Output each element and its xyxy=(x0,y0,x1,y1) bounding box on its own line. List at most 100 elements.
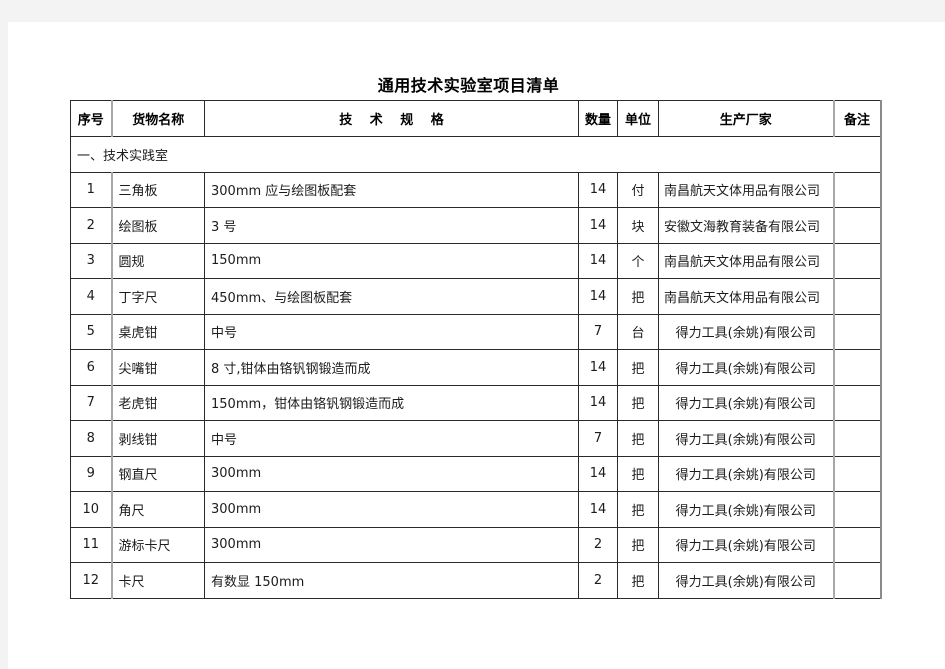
header-unit: 单位 xyxy=(617,100,659,137)
row-quantity: 14 xyxy=(578,455,618,492)
row-unit: 把 xyxy=(617,562,659,599)
row-quantity: 2 xyxy=(578,562,618,599)
row-remarks xyxy=(833,171,882,208)
row-quantity: 14 xyxy=(578,491,618,528)
row-item-name: 角尺 xyxy=(110,491,205,528)
row-item-name: 游标卡尺 xyxy=(110,526,205,563)
row-specification: 450mm、与绘图板配套 xyxy=(204,278,579,315)
row-manufacturer: 得力工具(余姚)有限公司 xyxy=(658,455,835,492)
row-item-name: 剥线钳 xyxy=(110,420,205,457)
row-manufacturer: 安徽文海教育装备有限公司 xyxy=(658,207,835,244)
row-manufacturer: 得力工具(余姚)有限公司 xyxy=(658,491,835,528)
row-manufacturer: 南昌航天文体用品有限公司 xyxy=(658,242,835,279)
table-row: 10 角尺 300mm 14 把 得力工具(余姚)有限公司 xyxy=(70,491,882,528)
row-item-name: 圆规 xyxy=(110,242,205,279)
row-remarks xyxy=(833,278,882,315)
row-index: 11 xyxy=(70,526,112,563)
table-row: 11 游标卡尺 300mm 2 把 得力工具(余姚)有限公司 xyxy=(70,526,882,563)
row-index: 4 xyxy=(70,278,112,315)
row-index: 3 xyxy=(70,242,112,279)
row-specification: 8 寸,钳体由铬钒钢锻造而成 xyxy=(204,349,579,386)
row-remarks xyxy=(833,384,882,421)
section-label: 一、技术实践室 xyxy=(70,136,882,173)
row-quantity: 14 xyxy=(578,242,618,279)
row-manufacturer: 得力工具(余姚)有限公司 xyxy=(658,349,835,386)
table-row: 9 钢直尺 300mm 14 把 得力工具(余姚)有限公司 xyxy=(70,455,882,492)
row-quantity: 7 xyxy=(578,420,618,457)
row-item-name: 桌虎钳 xyxy=(110,313,205,350)
header-manufacturer: 生产厂家 xyxy=(658,100,835,137)
table-row: 2 绘图板 3 号 14 块 安徽文海教育装备有限公司 xyxy=(70,207,882,244)
row-remarks xyxy=(833,242,882,279)
row-specification: 300mm 应与绘图板配套 xyxy=(204,171,579,208)
row-unit: 把 xyxy=(617,491,659,528)
row-manufacturer: 得力工具(余姚)有限公司 xyxy=(658,562,835,599)
row-manufacturer: 得力工具(余姚)有限公司 xyxy=(658,384,835,421)
row-remarks xyxy=(833,313,882,350)
table-row: 1 三角板 300mm 应与绘图板配套 14 付 南昌航天文体用品有限公司 xyxy=(70,171,882,208)
row-specification: 300mm xyxy=(204,491,579,528)
row-manufacturer: 得力工具(余姚)有限公司 xyxy=(658,420,835,457)
row-item-name: 老虎钳 xyxy=(110,384,205,421)
row-specification: 中号 xyxy=(204,420,579,457)
row-item-name: 尖嘴钳 xyxy=(110,349,205,386)
table-header-row: 序号 货物名称 技 术 规 格 数量 单位 生产厂家 备注 xyxy=(70,100,882,137)
row-item-name: 三角板 xyxy=(110,171,205,208)
row-quantity: 14 xyxy=(578,171,618,208)
table-row: 3 圆规 150mm 14 个 南昌航天文体用品有限公司 xyxy=(70,242,882,279)
row-quantity: 14 xyxy=(578,349,618,386)
row-specification: 3 号 xyxy=(204,207,579,244)
row-unit: 把 xyxy=(617,278,659,315)
row-specification: 150mm xyxy=(204,242,579,279)
row-item-name: 钢直尺 xyxy=(110,455,205,492)
row-remarks xyxy=(833,562,882,599)
row-item-name: 丁字尺 xyxy=(110,278,205,315)
row-unit: 个 xyxy=(617,242,659,279)
table-row: 7 老虎钳 150mm，钳体由铬钒钢锻造而成 14 把 得力工具(余姚)有限公司 xyxy=(70,384,882,421)
row-manufacturer: 得力工具(余姚)有限公司 xyxy=(658,526,835,563)
row-remarks xyxy=(833,526,882,563)
table-row: 8 剥线钳 中号 7 把 得力工具(余姚)有限公司 xyxy=(70,420,882,457)
row-unit: 把 xyxy=(617,349,659,386)
row-specification: 300mm xyxy=(204,526,579,563)
header-remarks: 备注 xyxy=(833,100,882,137)
row-index: 1 xyxy=(70,171,112,208)
row-index: 2 xyxy=(70,207,112,244)
row-unit: 把 xyxy=(617,526,659,563)
row-remarks xyxy=(833,420,882,457)
row-index: 12 xyxy=(70,562,112,599)
equipment-list-table: 序号 货物名称 技 术 规 格 数量 单位 生产厂家 备注 一、技术实践室 1 … xyxy=(70,100,882,599)
row-manufacturer: 得力工具(余姚)有限公司 xyxy=(658,313,835,350)
header-item-name: 货物名称 xyxy=(110,100,205,137)
row-unit: 把 xyxy=(617,420,659,457)
header-specification: 技 术 规 格 xyxy=(204,100,579,137)
table-row: 4 丁字尺 450mm、与绘图板配套 14 把 南昌航天文体用品有限公司 xyxy=(70,278,882,315)
row-manufacturer: 南昌航天文体用品有限公司 xyxy=(658,278,835,315)
row-quantity: 14 xyxy=(578,278,618,315)
row-index: 9 xyxy=(70,455,112,492)
row-specification: 中号 xyxy=(204,313,579,350)
header-quantity: 数量 xyxy=(578,100,618,137)
row-item-name: 绘图板 xyxy=(110,207,205,244)
row-index: 8 xyxy=(70,420,112,457)
row-specification: 有数显 150mm xyxy=(204,562,579,599)
table-row: 12 卡尺 有数显 150mm 2 把 得力工具(余姚)有限公司 xyxy=(70,562,882,599)
row-remarks xyxy=(833,207,882,244)
row-index: 6 xyxy=(70,349,112,386)
row-unit: 付 xyxy=(617,171,659,208)
row-index: 10 xyxy=(70,491,112,528)
header-index: 序号 xyxy=(70,100,112,137)
table-row: 5 桌虎钳 中号 7 台 得力工具(余姚)有限公司 xyxy=(70,313,882,350)
section-row: 一、技术实践室 xyxy=(70,136,882,173)
table-row: 6 尖嘴钳 8 寸,钳体由铬钒钢锻造而成 14 把 得力工具(余姚)有限公司 xyxy=(70,349,882,386)
document-page: 通用技术实验室项目清单 序号 货物名称 技 术 规 格 数量 单位 生产厂家 备… xyxy=(8,22,945,669)
row-specification: 150mm，钳体由铬钒钢锻造而成 xyxy=(204,384,579,421)
row-remarks xyxy=(833,491,882,528)
row-specification: 300mm xyxy=(204,455,579,492)
row-item-name: 卡尺 xyxy=(110,562,205,599)
row-manufacturer: 南昌航天文体用品有限公司 xyxy=(658,171,835,208)
document-title: 通用技术实验室项目清单 xyxy=(377,76,560,95)
row-quantity: 14 xyxy=(578,384,618,421)
row-quantity: 14 xyxy=(578,207,618,244)
row-quantity: 2 xyxy=(578,526,618,563)
